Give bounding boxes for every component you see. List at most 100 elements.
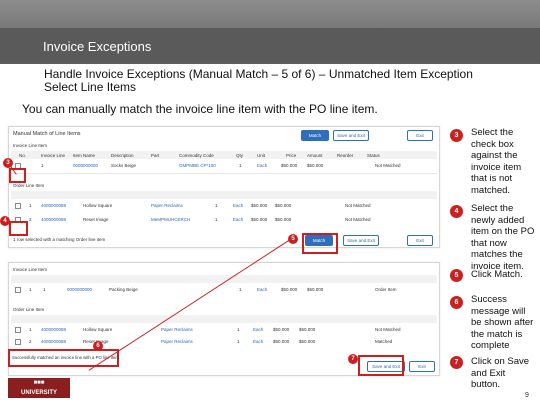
order-row-2-commodity[interactable]: MeMPMUHCERCH bbox=[151, 217, 190, 222]
divider bbox=[11, 173, 437, 174]
order-row-1-item[interactable]: 4000000088 bbox=[41, 203, 66, 208]
order-row-2-price: $50.000 bbox=[251, 217, 268, 222]
order-row-2-1-amount: $50.000 bbox=[299, 327, 316, 332]
order-row-2-2-price: $50.000 bbox=[273, 339, 290, 344]
col-commodity: Commodity Code bbox=[179, 153, 214, 158]
order-row-2-2-no: 2 bbox=[29, 339, 32, 344]
callout-7: 7 bbox=[348, 354, 358, 364]
step-3-text: Select the check box against the invoice… bbox=[471, 127, 522, 196]
invoice-row-2[interactable]: 1 1 0000000000 Packing Beige 1 Each $50.… bbox=[11, 285, 437, 295]
invoice-row-2-price: $50.000 bbox=[281, 287, 298, 292]
callout-box-3 bbox=[9, 168, 26, 183]
invoice-row-commodity[interactable]: GMPMBE CP*100 bbox=[179, 163, 216, 168]
order-row-2-item[interactable]: 4000000088 bbox=[41, 217, 66, 222]
invoice-section-label: Invoice Line Item bbox=[13, 143, 48, 148]
order-row-2-2-qty: 1 bbox=[237, 339, 240, 344]
order-row-2-2-unit: Each bbox=[253, 339, 264, 344]
col-no: No. bbox=[19, 153, 27, 158]
order-header-row bbox=[11, 191, 437, 199]
exit-button-1[interactable]: Exit bbox=[407, 235, 433, 246]
order-row-2-qty: 1 bbox=[215, 217, 218, 222]
order-row-1-checkbox[interactable] bbox=[15, 203, 21, 209]
step-4-badge: 4 bbox=[450, 205, 463, 218]
order-row-2-1-no: 1 bbox=[29, 327, 32, 332]
order-row-2-2-amount: $50.000 bbox=[299, 339, 316, 344]
invoice-row-2-item[interactable]: 0000000000 bbox=[67, 287, 92, 292]
invoice-row-line: 1 bbox=[41, 163, 44, 168]
invoice-row[interactable]: 1 0000000000 Socks Beige GMPMBE CP*100 1… bbox=[11, 161, 437, 171]
order-row-1-commodity[interactable]: Paper Reclaims bbox=[151, 203, 183, 208]
save-exit-button-top[interactable]: Save and Exit bbox=[333, 130, 369, 141]
callout-4: 4 bbox=[0, 216, 10, 226]
order-row-2-2-item[interactable]: 4000000088 bbox=[41, 339, 66, 344]
instruction-text: You can manually match the invoice line … bbox=[22, 102, 378, 116]
invoice-row-2-amount: $50.000 bbox=[307, 287, 324, 292]
invoice-row-2-unit: Each bbox=[257, 287, 268, 292]
order-row-2-1-price: $50.000 bbox=[273, 327, 290, 332]
invoice-row-2-checkbox[interactable] bbox=[15, 287, 21, 293]
callout-box-4 bbox=[9, 221, 28, 236]
invoice-row-2-desc: Packing Beige bbox=[109, 287, 138, 292]
success-message-box: Successfully matched an invoice line wit… bbox=[8, 349, 120, 367]
order-section-label-2: Order Line Item bbox=[13, 307, 45, 312]
order-row-2-status: Not Matched bbox=[345, 217, 371, 222]
order-row-2-desc: Reset Image bbox=[83, 217, 109, 222]
order-row-2-1[interactable]: 1 4000000088 Hollow Square Paper Reclaim… bbox=[11, 325, 437, 335]
save-exit-button-1[interactable]: Save and Exit bbox=[343, 235, 379, 246]
order-section-label: Order Line Item bbox=[13, 183, 45, 188]
order-header-row-2 bbox=[11, 315, 437, 323]
invoice-row-2-line: 1 bbox=[43, 287, 46, 292]
dialog-title: Manual Match of Line Items bbox=[13, 131, 81, 137]
invoice-row-2-qty: 1 bbox=[239, 287, 242, 292]
step-7-badge: 7 bbox=[450, 356, 463, 369]
col-part: Part bbox=[151, 153, 160, 158]
selection-footer-text: 1 row selected with a matching Order lin… bbox=[13, 237, 106, 242]
invoice-row-unit: Each bbox=[257, 163, 268, 168]
order-row-2-1-item[interactable]: 4000000088 bbox=[41, 327, 66, 332]
step-5-badge: 5 bbox=[450, 269, 463, 282]
slide-title: Invoice Exceptions bbox=[43, 39, 152, 54]
invoice-row-item[interactable]: 0000000000 bbox=[73, 163, 98, 168]
callout-box-5 bbox=[302, 233, 338, 254]
order-row-1-price: $50.000 bbox=[251, 203, 268, 208]
invoice-row-qty: 1 bbox=[239, 163, 242, 168]
col-qty: Qty bbox=[236, 153, 244, 158]
col-unit: Unit bbox=[257, 153, 266, 158]
step-5-text: Click Match. bbox=[471, 269, 523, 280]
invoice-header-row: No. Invoice Line Item Name Description P… bbox=[11, 151, 437, 159]
order-row-2-amount: $50.000 bbox=[275, 217, 292, 222]
order-row-2-1-unit: Each bbox=[253, 327, 264, 332]
order-row-1-qty: 1 bbox=[215, 203, 218, 208]
callout-3: 3 bbox=[3, 158, 13, 168]
manual-match-dialog: Manual Match of Line Items Match Save an… bbox=[8, 126, 440, 248]
order-row-2-2-commodity[interactable]: Paper Reclaims bbox=[161, 339, 193, 344]
order-row-2-no: 2 bbox=[29, 217, 32, 222]
order-row-2-2[interactable]: 2 4000000088 Reset Image Paper Reclaims … bbox=[11, 337, 437, 347]
logo-mark: ■■■ bbox=[33, 380, 45, 386]
order-row-2-2-status: Matched bbox=[375, 339, 393, 344]
slide-subtitle: Handle Invoice Exceptions (Manual Match … bbox=[44, 68, 484, 94]
invoice-row-2-no: 1 bbox=[29, 287, 32, 292]
order-row-2-1-status: Not Matched bbox=[375, 327, 401, 332]
col-invoice-line: Invoice Line bbox=[41, 153, 66, 158]
order-row-2[interactable]: 2 4000000088 Reset Image MeMPMUHCERCH 1 … bbox=[11, 215, 437, 225]
invoice-row-price: $50.000 bbox=[281, 163, 298, 168]
exit-button-top[interactable]: Exit bbox=[407, 130, 433, 141]
col-amount: Amount bbox=[307, 153, 323, 158]
exit-button-2[interactable]: Exit bbox=[409, 361, 435, 372]
step-3-badge: 3 bbox=[450, 129, 463, 142]
order-row-2-2-checkbox[interactable] bbox=[15, 339, 21, 345]
order-row-2-1-desc: Hollow Square bbox=[83, 327, 113, 332]
match-button-top[interactable]: Match bbox=[301, 130, 329, 141]
order-row-1-no: 1 bbox=[29, 203, 32, 208]
subtitle-line-2: Select Line Items bbox=[44, 80, 137, 94]
invoice-row-2-status: Order Item bbox=[375, 287, 397, 292]
order-row-1-amount: $50.000 bbox=[275, 203, 292, 208]
order-row-1[interactable]: 1 4000000088 Hollow Square Paper Reclaim… bbox=[11, 201, 437, 211]
col-price: Price bbox=[286, 153, 297, 158]
order-row-2-1-commodity[interactable]: Paper Reclaims bbox=[161, 327, 193, 332]
invoice-row-status: Not Matched bbox=[375, 163, 401, 168]
order-row-2-1-checkbox[interactable] bbox=[15, 327, 21, 333]
step-7-text: Click on Save and Exit button. bbox=[471, 356, 530, 390]
step-6-badge: 6 bbox=[450, 296, 463, 309]
